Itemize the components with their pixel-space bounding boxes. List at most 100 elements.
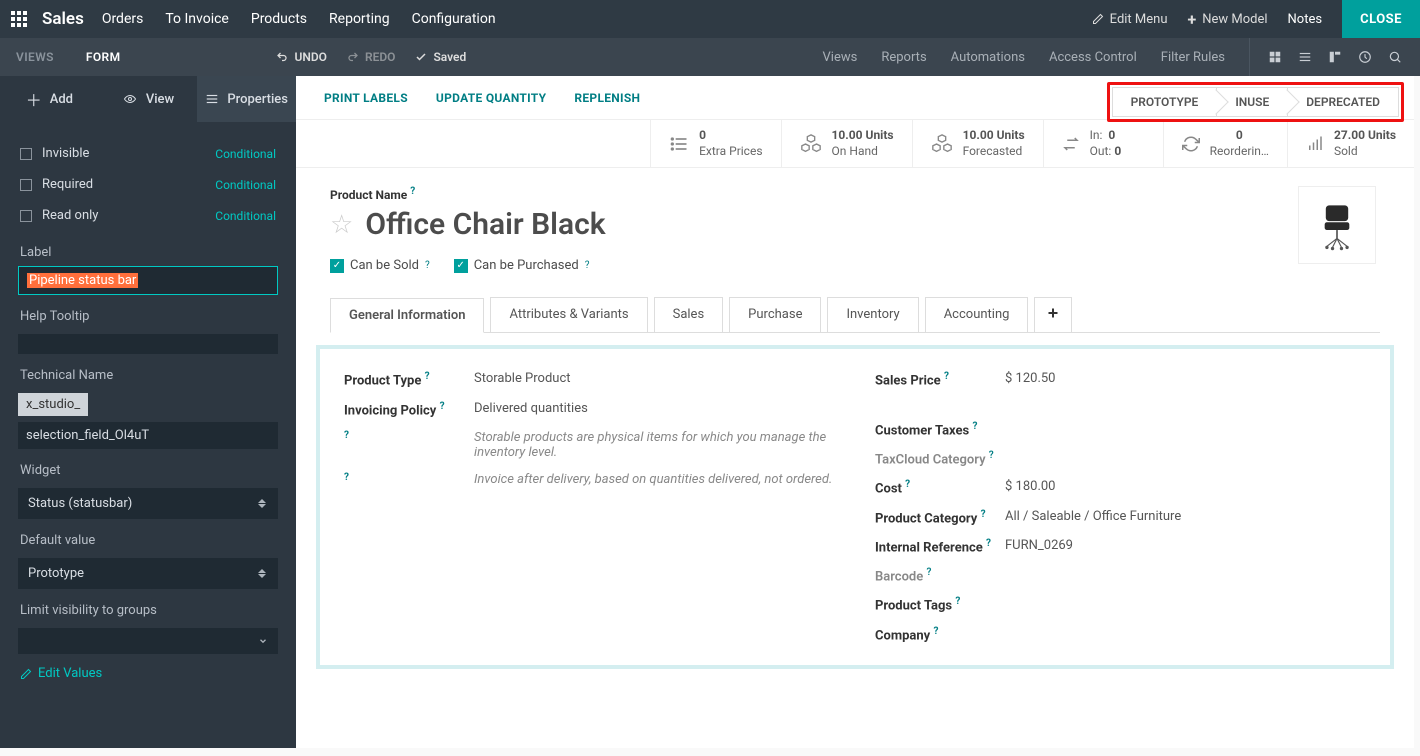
default-value-select[interactable]: Prototype bbox=[18, 558, 278, 589]
customer-taxes-label: Customer Taxes bbox=[875, 423, 969, 438]
product-type-value[interactable]: Storable Product bbox=[474, 371, 835, 386]
product-name-value[interactable]: Office Chair Black bbox=[365, 207, 605, 242]
internal-ref-value[interactable]: FURN_0269 bbox=[1005, 538, 1366, 553]
limit-visibility-label: Limit visibility to groups bbox=[0, 589, 296, 624]
nav-reporting[interactable]: Reporting bbox=[329, 11, 390, 27]
tab-attributes[interactable]: Attributes & Variants bbox=[490, 297, 647, 332]
notes-link[interactable]: Notes bbox=[1288, 12, 1323, 27]
studio-tab-add[interactable]: ＋Add bbox=[0, 76, 99, 122]
invoicing-policy-label: Invoicing Policy bbox=[344, 403, 436, 418]
invoicing-policy-value[interactable]: Delivered quantities bbox=[474, 401, 835, 416]
can-be-purchased-checkbox[interactable]: ✓ bbox=[454, 259, 468, 273]
can-be-purchased-label: Can be Purchased bbox=[474, 258, 579, 273]
stat-transfers[interactable]: In: 0Out: 0 bbox=[1043, 120, 1163, 167]
apps-menu-icon[interactable] bbox=[0, 0, 38, 38]
transfer-icon bbox=[1062, 135, 1080, 153]
product-category-label: Product Category bbox=[875, 511, 977, 526]
favorite-star-icon[interactable]: ☆ bbox=[330, 210, 353, 240]
product-category-value[interactable]: All / Saleable / Office Furniture bbox=[1005, 509, 1366, 524]
kanban-view-icon[interactable] bbox=[1268, 50, 1282, 64]
tab-accounting[interactable]: Accounting bbox=[925, 297, 1029, 332]
update-quantity-button[interactable]: UPDATE QUANTITY bbox=[436, 91, 546, 105]
help-tooltip-label: Help Tooltip bbox=[0, 295, 296, 330]
tab-purchase[interactable]: Purchase bbox=[729, 297, 821, 332]
search-view-icon[interactable] bbox=[1388, 50, 1402, 64]
redo-button[interactable]: REDO bbox=[347, 50, 395, 64]
nav-products[interactable]: Products bbox=[251, 11, 307, 27]
limit-visibility-select[interactable] bbox=[18, 628, 278, 654]
activity-view-icon[interactable] bbox=[1358, 50, 1372, 64]
stat-forecasted[interactable]: 10.00 UnitsForecasted bbox=[912, 120, 1043, 167]
views-link[interactable]: Views bbox=[823, 50, 858, 65]
product-type-label: Product Type bbox=[344, 374, 421, 389]
form-view-icon[interactable] bbox=[1328, 50, 1342, 64]
studio-tab-view[interactable]: View bbox=[99, 76, 198, 122]
stat-reordering[interactable]: 0Reorderin… bbox=[1163, 120, 1287, 167]
stat-on-hand[interactable]: 10.00 UnitsOn Hand bbox=[781, 120, 912, 167]
studio-toolbar: VIEWS FORM UNDO REDO Saved Views Reports… bbox=[0, 38, 1420, 76]
label-field-label: Label bbox=[0, 231, 296, 266]
internal-ref-label: Internal Reference bbox=[875, 540, 983, 555]
invisible-conditional[interactable]: Conditional bbox=[215, 147, 276, 161]
stat-buttons: 0Extra Prices 10.00 UnitsOn Hand 10.00 U… bbox=[296, 120, 1414, 168]
sales-price-label: Sales Price bbox=[875, 374, 941, 389]
widget-select[interactable]: Status (statusbar) bbox=[18, 488, 278, 519]
automations-link[interactable]: Automations bbox=[951, 50, 1025, 65]
app-brand[interactable]: Sales bbox=[42, 9, 84, 29]
views-breadcrumb[interactable]: VIEWS bbox=[0, 38, 70, 76]
nav-orders[interactable]: Orders bbox=[102, 11, 144, 27]
saved-indicator: Saved bbox=[415, 50, 466, 64]
list-view-icon[interactable] bbox=[1298, 50, 1312, 64]
tab-inventory[interactable]: Inventory bbox=[827, 297, 918, 332]
invoice-help-text: Invoice after delivery, based on quantit… bbox=[474, 472, 832, 487]
nav-configuration[interactable]: Configuration bbox=[412, 11, 496, 27]
product-image[interactable] bbox=[1298, 186, 1376, 264]
replenish-button[interactable]: REPLENISH bbox=[574, 91, 640, 105]
print-labels-button[interactable]: PRINT LABELS bbox=[324, 91, 408, 105]
nav-to-invoice[interactable]: To Invoice bbox=[165, 11, 229, 27]
help-tooltip-input[interactable] bbox=[18, 334, 278, 354]
top-navbar: Sales Orders To Invoice Products Reporti… bbox=[0, 0, 1420, 38]
default-value-label: Default value bbox=[0, 519, 296, 554]
form-sheet: Product Type ?Storable Product Invoicing… bbox=[316, 345, 1394, 669]
stat-sold[interactable]: 27.00 UnitsSold bbox=[1287, 120, 1414, 167]
readonly-conditional[interactable]: Conditional bbox=[215, 209, 276, 223]
close-button[interactable]: CLOSE bbox=[1342, 0, 1420, 38]
tab-add[interactable] bbox=[1034, 297, 1072, 332]
label-input[interactable]: Pipeline status bar bbox=[18, 266, 278, 295]
invisible-checkbox[interactable] bbox=[20, 148, 32, 160]
can-be-sold-checkbox[interactable]: ✓ bbox=[330, 259, 344, 273]
sales-price-value[interactable]: $ 120.50 bbox=[1005, 371, 1366, 386]
product-tags-label: Product Tags bbox=[875, 599, 952, 614]
studio-tab-properties[interactable]: Properties bbox=[197, 76, 296, 122]
status-prototype[interactable]: PROTOTYPE bbox=[1112, 87, 1217, 117]
technical-name-input[interactable]: selection_field_Ol4uT bbox=[18, 422, 278, 449]
form-canvas: PRINT LABELS UPDATE QUANTITY REPLENISH P… bbox=[296, 76, 1414, 748]
bars-icon bbox=[1306, 135, 1324, 153]
technical-name-label: Technical Name bbox=[0, 354, 296, 389]
readonly-checkbox[interactable] bbox=[20, 210, 32, 222]
widget-label: Widget bbox=[0, 449, 296, 484]
cost-value[interactable]: $ 180.00 bbox=[1005, 479, 1366, 494]
product-name-label: Product Name ? bbox=[330, 188, 415, 202]
required-conditional[interactable]: Conditional bbox=[215, 178, 276, 192]
technical-prefix: x_studio_ bbox=[18, 393, 88, 416]
edit-values-button[interactable]: Edit Values bbox=[0, 654, 296, 699]
edit-menu-button[interactable]: Edit Menu bbox=[1092, 12, 1168, 27]
status-deprecated[interactable]: DEPRECATED bbox=[1287, 87, 1399, 117]
stat-extra-prices[interactable]: 0Extra Prices bbox=[650, 120, 780, 167]
chair-icon bbox=[1309, 197, 1365, 253]
reports-link[interactable]: Reports bbox=[881, 50, 926, 65]
filter-rules-link[interactable]: Filter Rules bbox=[1161, 50, 1225, 65]
new-model-button[interactable]: + New Model bbox=[1188, 10, 1268, 29]
access-control-link[interactable]: Access Control bbox=[1049, 50, 1137, 65]
undo-button[interactable]: UNDO bbox=[276, 50, 326, 64]
boxes-icon bbox=[800, 133, 822, 155]
tab-general-info[interactable]: General Information bbox=[330, 298, 484, 333]
pipeline-statusbar[interactable]: PROTOTYPE INUSE DEPRECATED bbox=[1107, 82, 1404, 122]
chevron-updown-icon bbox=[258, 569, 268, 578]
can-be-sold-label: Can be Sold bbox=[350, 258, 419, 273]
tab-sales[interactable]: Sales bbox=[654, 297, 724, 332]
form-breadcrumb: FORM bbox=[70, 38, 137, 76]
required-checkbox[interactable] bbox=[20, 179, 32, 191]
